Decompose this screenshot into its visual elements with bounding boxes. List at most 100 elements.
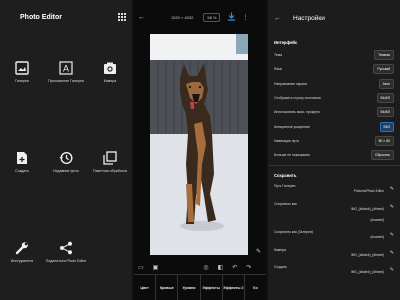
settings-panel: ← Настройки Интерфейс Тема Темная Язык Р… bbox=[268, 0, 400, 300]
edit-pencil-icon[interactable]: ✎ bbox=[390, 186, 394, 192]
settings-title: Настройки bbox=[293, 14, 325, 22]
gallery-app-icon: A bbox=[58, 60, 74, 76]
save-label: Камера bbox=[274, 247, 286, 252]
editor-top-bar: ← 1520 × 4032 58 % ⋮ bbox=[134, 0, 266, 34]
section-save: Сохранить bbox=[274, 172, 297, 178]
setting-row-navigation: Навигация пути 80 × 80 bbox=[268, 134, 400, 148]
navigation-size-button[interactable]: 80 × 80 bbox=[374, 135, 394, 146]
tab-levels[interactable]: Уровни bbox=[178, 275, 201, 300]
scroll-toggle[interactable]: ВЫКЛ bbox=[376, 107, 394, 118]
tile-label: Галерея bbox=[15, 79, 29, 83]
tile-share[interactable]: Поделиться Photo Editor bbox=[44, 240, 88, 263]
setting-label: Использовать масс. прокрутк bbox=[274, 110, 320, 115]
tile-create[interactable]: Создать bbox=[0, 150, 44, 173]
tools-icon bbox=[14, 240, 30, 256]
setting-label: Больше не показывать bbox=[274, 153, 311, 158]
setting-row-scroll: Использовать масс. прокрутк ВЫКЛ bbox=[268, 105, 400, 119]
status-bar-toggle[interactable]: ВЫКЛ bbox=[376, 93, 394, 104]
apps-grid-icon[interactable] bbox=[118, 13, 126, 21]
setting-label: Направление экрана bbox=[274, 81, 307, 86]
tile-label: Приложение Галерея bbox=[48, 79, 84, 83]
tile-gallery-app[interactable]: A Приложение Галерея bbox=[44, 60, 88, 83]
save-row-gallery-path[interactable]: Путь Галереи Pictures/Photo Editor ✎ bbox=[268, 181, 400, 199]
editor-toolbar: ▭ ▣ ◎ ◧ ↶ ↷ bbox=[134, 260, 266, 274]
reset-button[interactable]: Сбросить bbox=[370, 150, 394, 161]
photo-canvas[interactable] bbox=[150, 34, 248, 255]
edit-pencil-icon[interactable]: ✎ bbox=[390, 204, 394, 210]
image-icon[interactable]: ▣ bbox=[153, 264, 159, 271]
editor-home-panel: Photo Editor Галерея A Приложение Галере… bbox=[0, 0, 132, 300]
tile-label: Поделиться Photo Editor bbox=[45, 259, 87, 263]
svg-text:A: A bbox=[63, 64, 69, 74]
tile-label: Создать bbox=[15, 169, 29, 173]
create-icon bbox=[14, 150, 30, 166]
edit-pencil-icon[interactable]: ✎ bbox=[390, 232, 394, 238]
back-arrow-icon[interactable]: ← bbox=[138, 14, 145, 21]
setting-label: Навигация пути bbox=[274, 138, 299, 143]
tab-color[interactable]: Цвет bbox=[134, 275, 157, 300]
tile-label: Камера bbox=[103, 79, 117, 83]
save-row-create[interactable]: Создать IMG_(#date#)_(#time#) ✎ bbox=[268, 262, 400, 280]
setting-label: Отобразить строку состояния bbox=[274, 96, 321, 101]
download-icon[interactable] bbox=[227, 12, 236, 22]
tile-gallery[interactable]: Галерея bbox=[0, 60, 44, 83]
tile-label: Пакетная обработка bbox=[93, 169, 127, 173]
app-title: Photo Editor bbox=[20, 13, 62, 21]
folder-icon[interactable]: ▭ bbox=[138, 264, 144, 271]
setting-label: Аппаратное ускорение bbox=[274, 124, 310, 129]
zoom-dropdown[interactable]: 58 % bbox=[203, 12, 221, 22]
tab-curves[interactable]: Кривые bbox=[156, 275, 179, 300]
edit-pencil-icon[interactable]: ✎ bbox=[390, 250, 394, 256]
image-resolution: 1520 × 4032 bbox=[171, 14, 194, 20]
edit-pencil-icon[interactable]: ✎ bbox=[390, 267, 394, 273]
more-vert-icon[interactable]: ⋮ bbox=[242, 14, 248, 21]
setting-row-hw-accel: Аппаратное ускорение ВКЛ bbox=[268, 119, 400, 133]
tile-camera[interactable]: Камера bbox=[88, 60, 132, 83]
save-label: Создать bbox=[274, 265, 287, 270]
setting-row-theme: Тема Темная bbox=[268, 48, 400, 62]
effects-tab-bar: Цвет Кривые Уровни Эффекты Эффекты 2 Ко bbox=[134, 274, 266, 300]
undo-icon[interactable]: ↶ bbox=[232, 264, 237, 271]
setting-label: Язык bbox=[274, 67, 282, 72]
tab-effects[interactable]: Эффекты bbox=[201, 275, 223, 300]
section-interface: Интерфейс bbox=[274, 39, 298, 45]
back-arrow-icon[interactable]: ← bbox=[274, 15, 281, 22]
save-label: Сохранить как (Галерея) bbox=[274, 230, 313, 235]
theme-button[interactable]: Темная bbox=[374, 50, 394, 61]
crop-icon[interactable]: ◎ bbox=[203, 264, 208, 271]
gallery-icon bbox=[14, 60, 30, 76]
tile-label: Недавние фото bbox=[53, 169, 79, 173]
tab-more[interactable]: Ко bbox=[245, 275, 266, 300]
tile-label: Инструменты bbox=[10, 259, 34, 263]
save-value: (#name#) bbox=[370, 235, 384, 240]
tab-effects-2[interactable]: Эффекты 2 bbox=[223, 275, 245, 300]
section-divider bbox=[268, 165, 400, 167]
tile-batch[interactable]: Пакетная обработка bbox=[88, 150, 132, 173]
save-value: Pictures/Photo Editor bbox=[354, 189, 384, 194]
save-label: Путь Галереи bbox=[274, 184, 296, 189]
save-row-save-as[interactable]: Сохранить как IMG_(#date#)_(#time#) ✎ bbox=[268, 199, 400, 217]
redo-icon[interactable]: ↷ bbox=[246, 264, 251, 271]
save-value: (#name#) bbox=[370, 218, 384, 223]
home-app-bar: Photo Editor bbox=[0, 0, 132, 34]
tile-recent[interactable]: Недавние фото bbox=[44, 150, 88, 173]
setting-row-language: Язык Русский bbox=[268, 62, 400, 76]
setting-row-orientation: Направление экрана Авто bbox=[268, 77, 400, 91]
compare-icon[interactable]: ◧ bbox=[218, 264, 224, 271]
setting-row-status-bar: Отобразить строку состояния ВЫКЛ bbox=[268, 91, 400, 105]
setting-row-dont-show: Больше не показывать Сбросить bbox=[268, 148, 400, 162]
history-icon bbox=[58, 150, 74, 166]
language-button[interactable]: Русский bbox=[373, 64, 394, 75]
orientation-button[interactable]: Авто bbox=[378, 78, 394, 89]
batch-icon bbox=[102, 150, 118, 166]
save-value: IMG_(#date#)_(#time#) bbox=[350, 252, 384, 257]
tile-tools[interactable]: Инструменты bbox=[0, 240, 44, 263]
setting-label: Тема bbox=[274, 53, 282, 58]
save-row-camera[interactable]: Камера IMG_(#date#)_(#time#) ✎ bbox=[268, 245, 400, 263]
edit-pencil-icon[interactable]: ✎ bbox=[256, 248, 261, 255]
hw-accel-toggle[interactable]: ВКЛ bbox=[379, 121, 394, 132]
camera-icon bbox=[102, 60, 118, 76]
save-row-save-as-gallery[interactable]: Сохранить как (Галерея) (#name#) ✎ bbox=[268, 227, 400, 245]
save-row-name[interactable]: (#name#) bbox=[268, 216, 400, 227]
save-label: Сохранить как bbox=[274, 201, 297, 206]
